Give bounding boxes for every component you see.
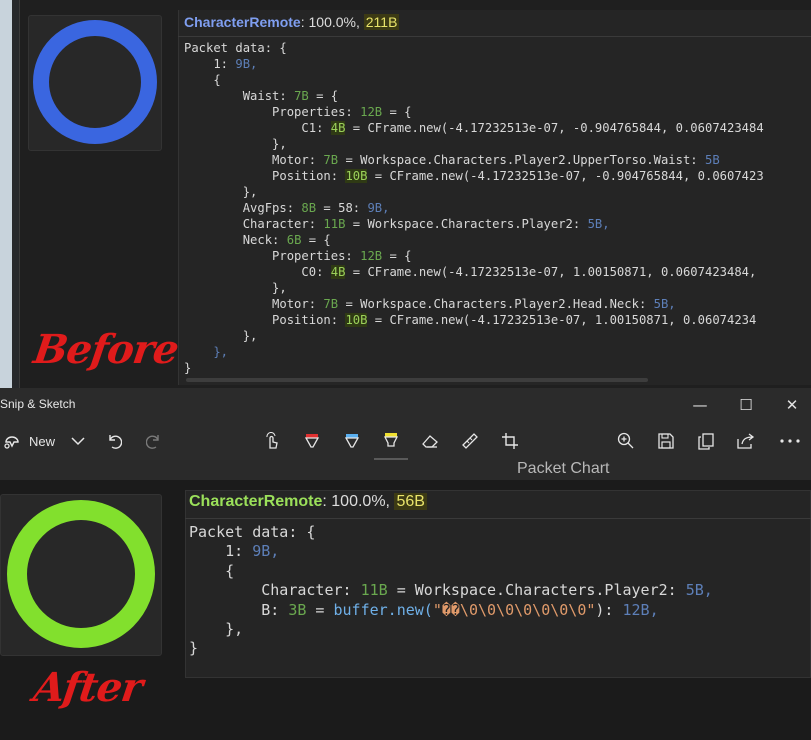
background-window-edge	[0, 0, 12, 388]
eraser-button[interactable]	[416, 422, 444, 460]
highlighter-button[interactable]	[374, 422, 408, 460]
window-title: Snip & Sketch	[0, 397, 76, 411]
maximize-button[interactable]: ☐	[723, 392, 769, 418]
remote-name: CharacterRemote	[189, 493, 323, 510]
undo-icon	[106, 433, 122, 449]
new-snip-options-button[interactable]	[66, 422, 90, 460]
crop-icon	[501, 432, 519, 450]
ruler-button[interactable]	[456, 422, 484, 460]
packet-chart-title: Packet Chart	[517, 460, 610, 477]
divider	[178, 36, 811, 37]
ruler-icon	[461, 432, 479, 450]
chevron-down-icon	[71, 436, 85, 446]
more-icon	[780, 439, 800, 443]
copy-button[interactable]	[692, 422, 720, 460]
more-options-button[interactable]	[774, 422, 806, 460]
remote-percent: : 100.0%,	[300, 14, 364, 30]
save-icon	[658, 433, 674, 449]
crop-button[interactable]	[496, 422, 524, 460]
new-snip-button[interactable]: New	[0, 422, 58, 460]
after-packet-data: Packet data: { 1: 9B, { Character: 11B =…	[189, 523, 713, 658]
minimize-button[interactable]: —	[677, 392, 723, 418]
background-window-edge-dark	[12, 0, 20, 388]
new-label: New	[28, 433, 55, 449]
remote-percent: : 100.0%,	[322, 493, 395, 510]
zoom-in-button[interactable]	[612, 422, 640, 460]
zoom-in-icon	[617, 432, 635, 450]
title-bar: Snip & Sketch — ☐ ✕	[0, 388, 811, 422]
before-packet-data: Packet data: { 1: 9B, { Waist: 7B = { Pr…	[184, 41, 764, 375]
undo-button[interactable]	[100, 422, 128, 460]
pencil-button[interactable]	[338, 422, 366, 460]
before-packet-header: CharacterRemote: 100.0%, 211B	[184, 14, 400, 30]
packet-chart-title-bar: Packet Chart	[0, 460, 811, 480]
share-button[interactable]	[732, 422, 760, 460]
share-icon	[737, 433, 755, 449]
remote-size: 56B	[394, 493, 427, 510]
horizontal-scrollbar[interactable]	[186, 378, 648, 382]
toolbar: New	[0, 422, 811, 460]
before-annotation: Before	[30, 326, 181, 373]
ballpoint-pen-icon	[303, 432, 321, 450]
pencil-icon	[343, 432, 361, 450]
touch-writing-icon	[263, 432, 281, 450]
close-button[interactable]: ✕	[769, 392, 811, 418]
redo-button[interactable]	[140, 422, 168, 460]
save-button[interactable]	[652, 422, 680, 460]
highlighter-icon	[382, 431, 400, 449]
after-annotation: After	[30, 664, 145, 711]
touch-writing-button[interactable]	[258, 422, 286, 460]
before-ring-graphic	[33, 20, 157, 144]
remote-size: 211B	[363, 14, 400, 30]
ballpoint-pen-button[interactable]	[298, 422, 326, 460]
copy-icon	[698, 432, 714, 450]
after-packet-header: CharacterRemote: 100.0%, 56B	[189, 493, 427, 511]
redo-icon	[146, 433, 162, 449]
new-snip-icon	[3, 433, 21, 449]
eraser-icon	[421, 433, 439, 449]
after-ring-graphic	[7, 500, 155, 648]
remote-name: CharacterRemote	[184, 14, 301, 30]
divider	[185, 518, 811, 519]
